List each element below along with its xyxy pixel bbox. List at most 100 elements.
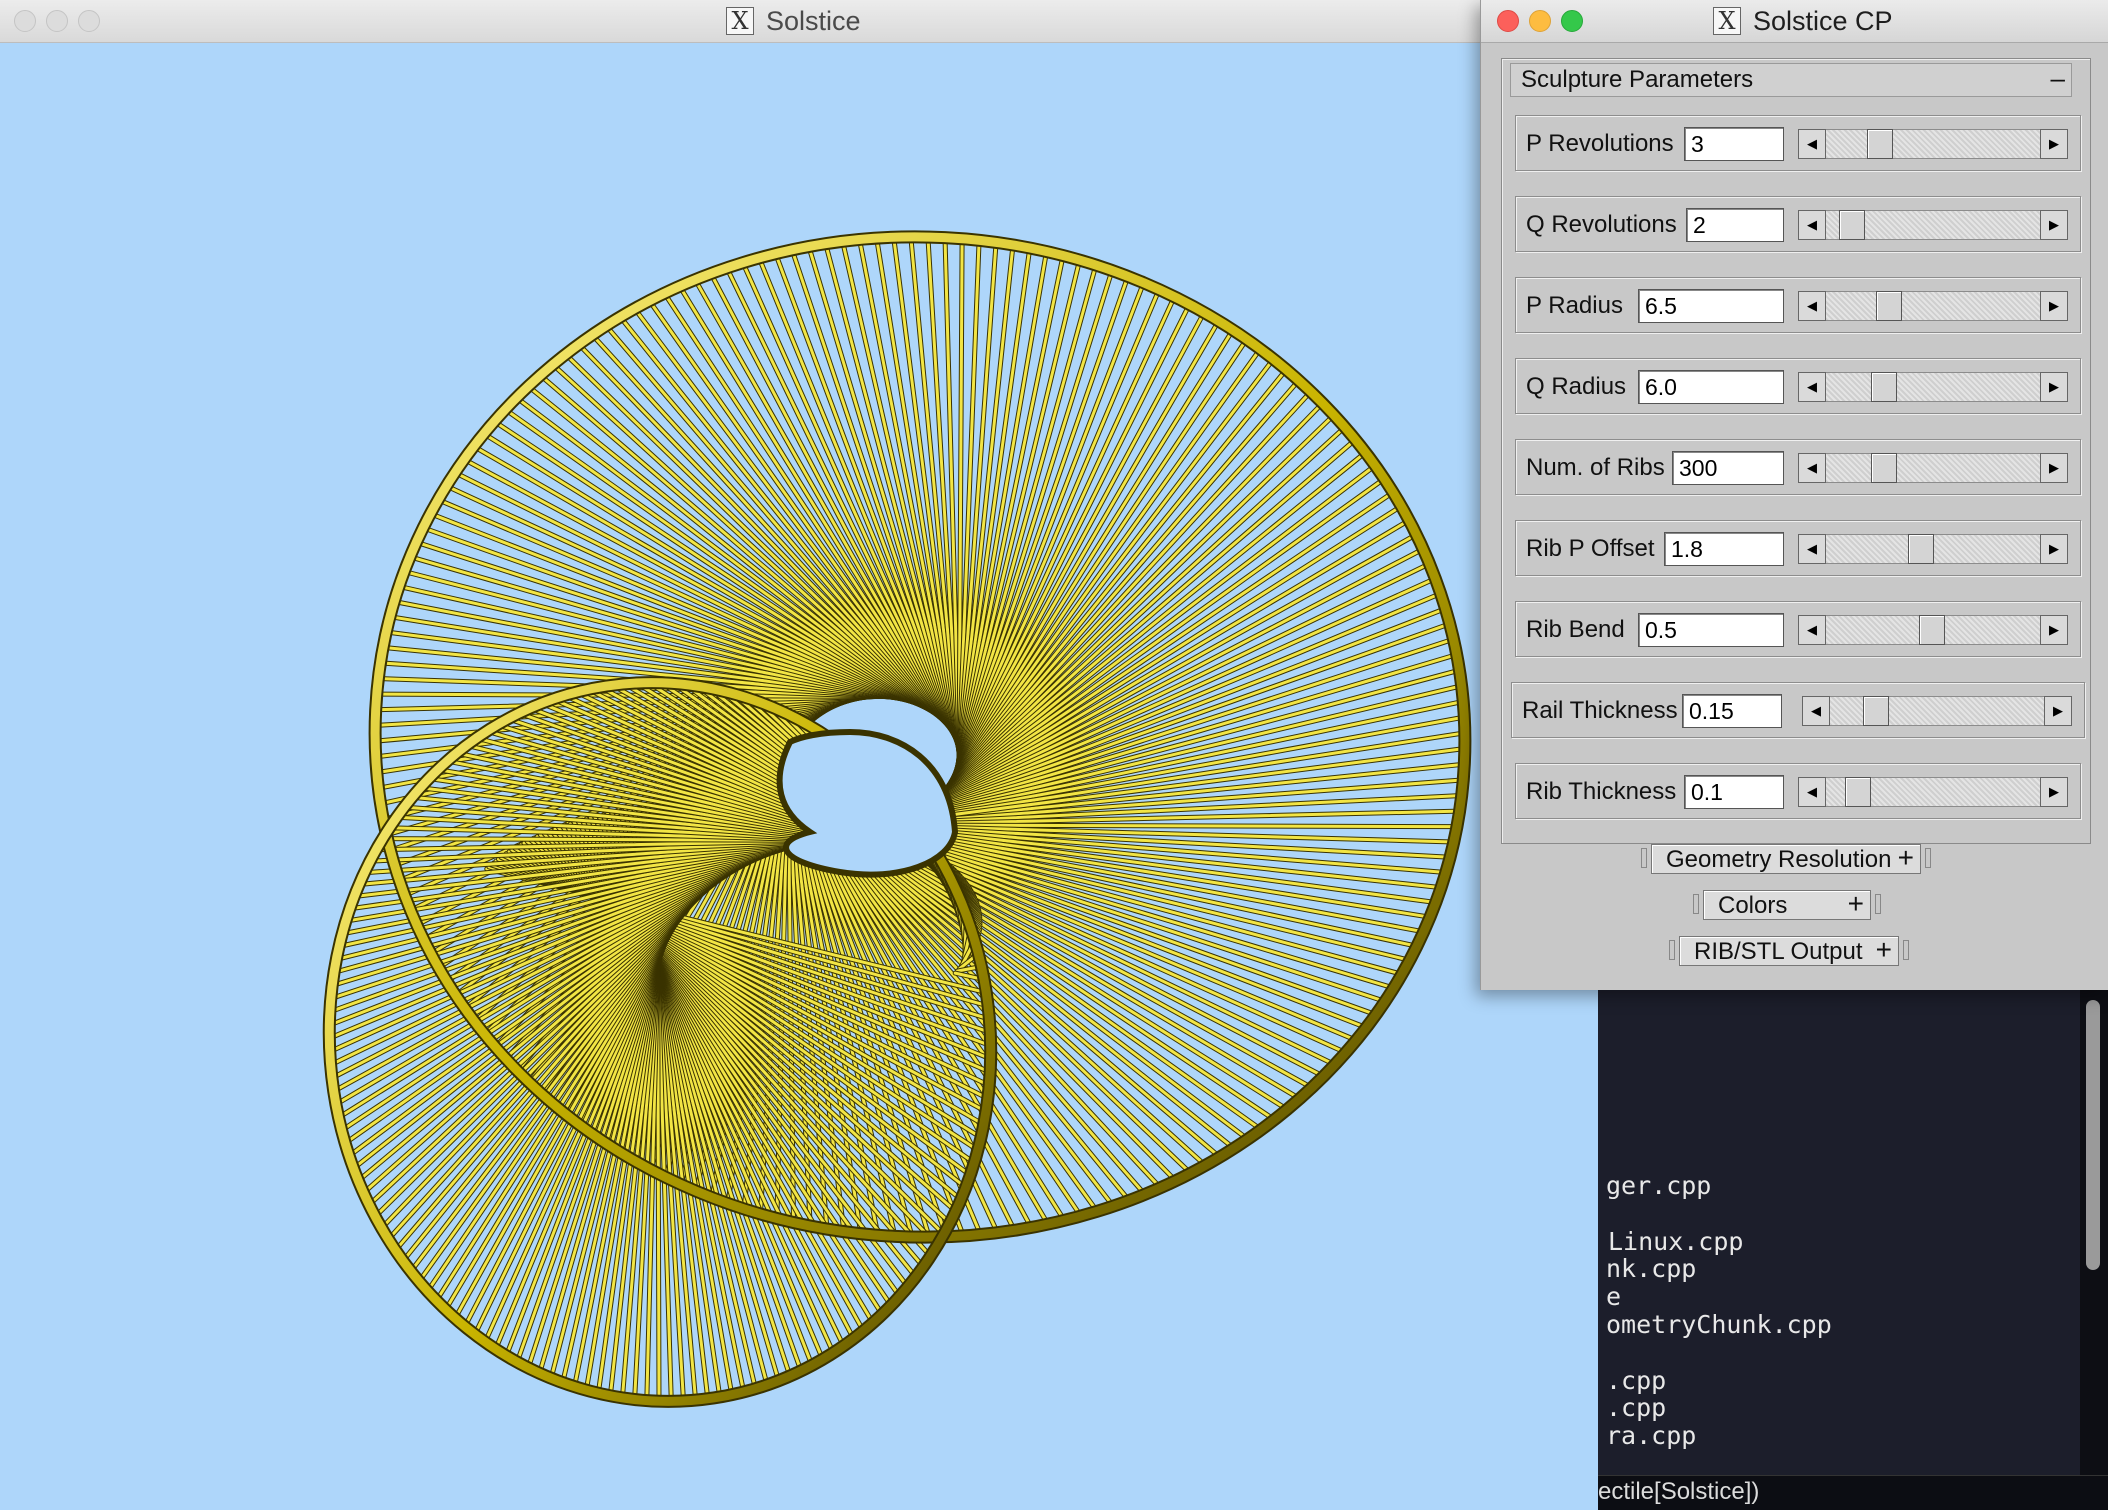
slider-track[interactable] [1826, 777, 2040, 807]
slider-right-arrow-icon[interactable]: ▶ [2040, 615, 2068, 645]
param-value-input[interactable] [1672, 451, 1784, 485]
slider-thumb[interactable] [1908, 534, 1934, 564]
slider-left-arrow-icon[interactable]: ◀ [1802, 696, 1830, 726]
slider-left-arrow-icon[interactable]: ◀ [1798, 210, 1826, 240]
param-label: Q Revolutions [1526, 211, 1677, 238]
param-slider[interactable]: ◀ ▶ [1798, 210, 2068, 240]
window-title-text: Solstice CP [1753, 6, 1893, 36]
slider-left-arrow-icon[interactable]: ◀ [1798, 291, 1826, 321]
minimize-button[interactable] [1529, 10, 1551, 32]
param-value-input[interactable] [1684, 775, 1784, 809]
slider-track[interactable] [1830, 696, 2044, 726]
terminal-line: ometryChunk.cpp [1606, 1310, 1832, 1339]
param-row: Rib Bend◀▶ [1515, 601, 2081, 657]
param-slider[interactable]: ◀ ▶ [1798, 534, 2068, 564]
param-label: Rib P Offset [1526, 535, 1655, 562]
param-row: Rail Thickness◀▶ [1511, 682, 2085, 738]
slider-right-arrow-icon[interactable]: ▶ [2040, 534, 2068, 564]
slider-thumb[interactable] [1919, 615, 1945, 645]
bracket-left [1693, 894, 1699, 914]
close-button[interactable] [14, 10, 36, 32]
param-label: Num. of Ribs [1526, 454, 1665, 481]
param-value-input[interactable] [1638, 613, 1784, 647]
slider-track[interactable] [1826, 453, 2040, 483]
param-slider[interactable]: ◀ ▶ [1798, 615, 2068, 645]
param-value-input[interactable] [1638, 370, 1784, 404]
slider-right-arrow-icon[interactable]: ▶ [2040, 372, 2068, 402]
terminal-line: ra.cpp [1606, 1421, 1697, 1450]
window-title: X Solstice CP [1713, 0, 1893, 42]
param-slider[interactable]: ◀ ▶ [1798, 291, 2068, 321]
param-slider[interactable]: ◀ ▶ [1798, 372, 2068, 402]
param-label: P Revolutions [1526, 130, 1674, 157]
group-title: Sculpture Parameters [1521, 66, 1754, 93]
maximize-button[interactable] [78, 10, 100, 32]
param-row: Rib Thickness◀▶ [1515, 763, 2081, 819]
slider-right-arrow-icon[interactable]: ▶ [2040, 291, 2068, 321]
slider-thumb[interactable] [1839, 210, 1865, 240]
terminal-scrollbar[interactable] [2080, 960, 2108, 1510]
section-toggle-button[interactable]: RIB/STL Output + [1679, 934, 1899, 966]
slider-track[interactable] [1826, 615, 2040, 645]
slider-track[interactable] [1826, 210, 2040, 240]
param-value-input[interactable] [1686, 208, 1784, 242]
param-slider[interactable]: ◀ ▶ [1798, 777, 2068, 807]
terminal-scroll-thumb[interactable] [2086, 1000, 2100, 1270]
close-button[interactable] [1497, 10, 1519, 32]
param-slider[interactable]: ◀ ▶ [1798, 453, 2068, 483]
slider-left-arrow-icon[interactable]: ◀ [1798, 534, 1826, 564]
slider-right-arrow-icon[interactable]: ▶ [2040, 777, 2068, 807]
window-title-text: Solstice [766, 6, 861, 36]
bracket-left [1669, 940, 1675, 960]
param-value-input[interactable] [1664, 532, 1784, 566]
window-title: X Solstice [726, 0, 861, 42]
slider-right-arrow-icon[interactable]: ▶ [2040, 129, 2068, 159]
param-value-input[interactable] [1682, 694, 1782, 728]
slider-thumb[interactable] [1876, 291, 1902, 321]
terminal-line: e [1606, 1282, 1622, 1311]
slider-right-arrow-icon[interactable]: ▶ [2040, 453, 2068, 483]
param-value-input[interactable] [1638, 289, 1784, 323]
slider-left-arrow-icon[interactable]: ◀ [1798, 777, 1826, 807]
sculpture-parameters-header[interactable]: Sculpture Parameters – [1510, 63, 2072, 97]
section-toggle-button[interactable]: Colors + [1703, 888, 1871, 920]
slider-right-arrow-icon[interactable]: ▶ [2040, 210, 2068, 240]
slider-track[interactable] [1826, 129, 2040, 159]
slider-left-arrow-icon[interactable]: ◀ [1798, 129, 1826, 159]
minimize-button[interactable] [46, 10, 68, 32]
section-label: Colors [1718, 892, 1788, 919]
param-row: Q Revolutions◀▶ [1515, 196, 2081, 252]
terminal-status-bar: ectile[Solstice]) [1598, 1475, 2108, 1510]
slider-thumb[interactable] [1845, 777, 1871, 807]
param-label: Rib Thickness [1526, 778, 1677, 805]
slider-track[interactable] [1826, 291, 2040, 321]
solstice-window: X Solstice [0, 0, 1600, 1510]
slider-track[interactable] [1826, 372, 2040, 402]
sculpture-viewport[interactable] [0, 42, 1600, 1510]
bracket-left [1641, 848, 1647, 868]
terminal-status-text: ectile[Solstice]) [1598, 1478, 1760, 1505]
param-row: Rib P Offset◀▶ [1515, 520, 2081, 576]
slider-thumb[interactable] [1867, 129, 1893, 159]
slider-left-arrow-icon[interactable]: ◀ [1798, 372, 1826, 402]
control-panel-titlebar[interactable]: X Solstice CP [1481, 0, 2108, 43]
param-label: Rail Thickness [1522, 697, 1678, 724]
slider-thumb[interactable] [1871, 453, 1897, 483]
slider-left-arrow-icon[interactable]: ◀ [1798, 453, 1826, 483]
collapse-icon[interactable]: – [2051, 64, 2065, 92]
terminal-line: .cpp [1606, 1366, 1667, 1395]
slider-thumb[interactable] [1871, 372, 1897, 402]
maximize-button[interactable] [1561, 10, 1583, 32]
param-value-input[interactable] [1684, 127, 1784, 161]
slider-thumb[interactable] [1863, 696, 1889, 726]
slider-left-arrow-icon[interactable]: ◀ [1798, 615, 1826, 645]
expand-plus-icon: + [1897, 842, 1914, 873]
terminal-line: Linux.cpp [1608, 1227, 1744, 1256]
slider-track[interactable] [1826, 534, 2040, 564]
param-slider[interactable]: ◀ ▶ [1798, 129, 2068, 159]
section-toggle-button[interactable]: Geometry Resolution + [1651, 842, 1921, 874]
solstice-titlebar[interactable]: X Solstice [0, 0, 1600, 43]
terminal-window: ger.cpp Linux.cpp nk.cpp e ometryChunk.cpp .c… [1598, 960, 2108, 1510]
param-slider[interactable]: ◀ ▶ [1802, 696, 2072, 726]
slider-right-arrow-icon[interactable]: ▶ [2044, 696, 2072, 726]
